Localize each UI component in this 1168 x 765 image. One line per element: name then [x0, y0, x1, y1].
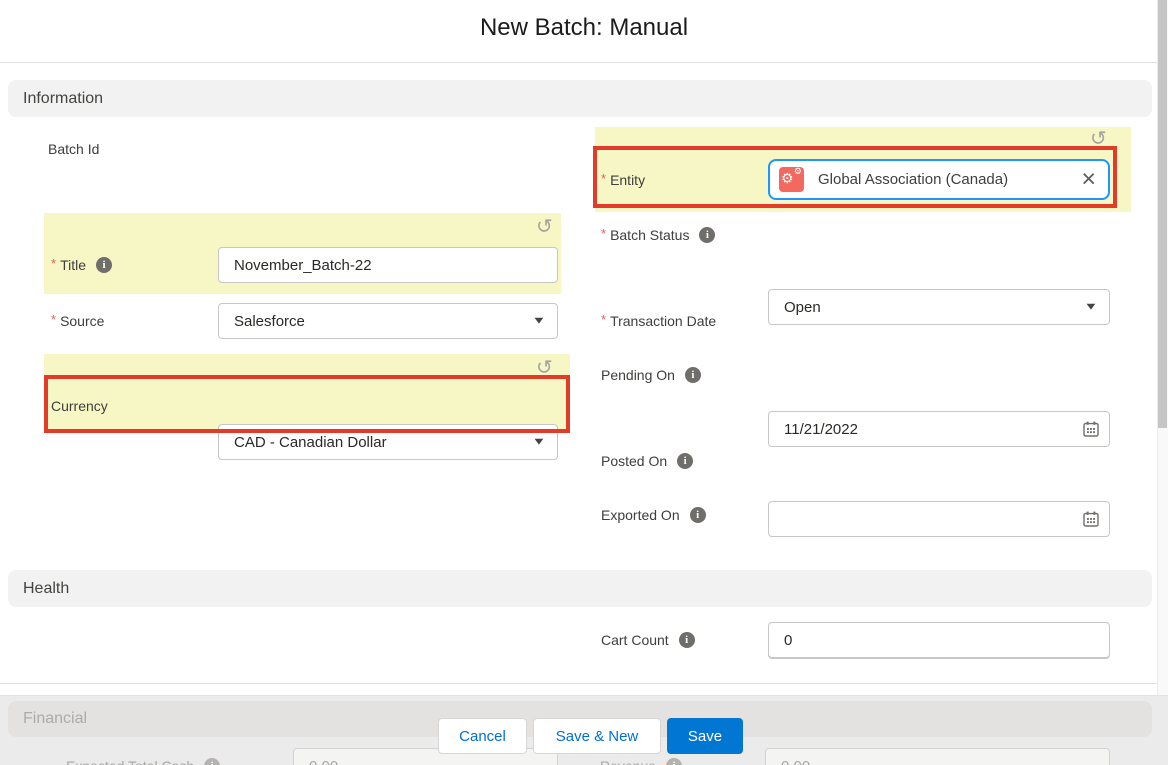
clear-icon[interactable]: ×: [1081, 167, 1096, 192]
required-asterisk: *: [51, 312, 56, 327]
currency-value: CAD - Canadian Dollar: [234, 434, 387, 451]
section-information-label: Information: [23, 90, 103, 108]
save-button[interactable]: Save: [667, 718, 743, 754]
info-icon[interactable]: i: [690, 507, 706, 523]
title-label: * Title i: [51, 247, 112, 283]
cancel-button[interactable]: Cancel: [438, 718, 527, 754]
gear-icon: ⚙: [781, 171, 794, 185]
revenue-input: [765, 748, 1110, 765]
entity-object-icon: ⚙ ⚙: [779, 167, 804, 192]
batch-status-label: * Batch Status i: [601, 217, 715, 253]
section-health: Health: [8, 570, 1152, 607]
title-input[interactable]: [218, 247, 558, 283]
source-value: Salesforce: [234, 313, 305, 330]
gear-icon: ⚙: [794, 167, 802, 176]
section-financial-label: Financial: [23, 710, 87, 728]
chevron-down-icon: ▼: [532, 316, 547, 327]
section-health-label: Health: [23, 580, 69, 598]
required-asterisk: *: [51, 256, 56, 271]
cart-count-label: Cart Count i: [601, 622, 695, 658]
calendar-icon[interactable]: [1083, 511, 1099, 527]
currency-select[interactable]: CAD - Canadian Dollar ▼: [218, 424, 558, 460]
pending-on-field: [768, 501, 1110, 537]
transaction-date-label: * Transaction Date: [601, 303, 716, 339]
cart-count-input[interactable]: [768, 622, 1110, 658]
content-bottom-divider: [0, 683, 1168, 684]
modal-title: New Batch: Manual: [0, 14, 1168, 42]
pending-on-input[interactable]: [768, 501, 1110, 537]
required-asterisk: *: [601, 171, 606, 186]
posted-on-label: Posted On i: [601, 443, 693, 479]
save-and-new-button[interactable]: Save & New: [533, 718, 661, 754]
batch-status-value: Open: [784, 299, 821, 316]
source-label: * Source: [51, 303, 104, 339]
chevron-down-icon: ▼: [532, 437, 547, 448]
chevron-down-icon: ▼: [1084, 302, 1099, 313]
transaction-date-field: [768, 411, 1110, 447]
undo-icon[interactable]: ↺: [536, 217, 553, 237]
transaction-date-input[interactable]: [768, 411, 1110, 447]
entity-lookup-pill[interactable]: ⚙ ⚙ Global Association (Canada) ×: [768, 159, 1110, 200]
required-asterisk: *: [601, 226, 606, 241]
info-icon[interactable]: i: [685, 367, 701, 383]
undo-icon[interactable]: ↺: [1090, 129, 1107, 149]
exported-on-label: Exported On i: [601, 497, 706, 533]
required-asterisk: *: [601, 312, 606, 327]
new-batch-modal: New Batch: Manual Information Batch Id ↺…: [0, 0, 1168, 765]
calendar-icon[interactable]: [1083, 421, 1099, 437]
info-icon[interactable]: i: [699, 227, 715, 243]
currency-label: Currency: [51, 388, 108, 424]
batch-id-label: Batch Id: [48, 131, 99, 167]
pending-on-label: Pending On i: [601, 357, 701, 393]
header-divider: [0, 62, 1168, 63]
scrollbar-thumb[interactable]: [1158, 0, 1167, 428]
expected-total-cash-label: Expected Total Cash i: [66, 748, 220, 765]
section-information: Information: [8, 80, 1152, 117]
info-icon[interactable]: i: [677, 453, 693, 469]
info-icon[interactable]: i: [679, 632, 695, 648]
info-icon[interactable]: i: [96, 257, 112, 273]
undo-icon[interactable]: ↺: [536, 358, 553, 378]
currency-highlight: [44, 354, 570, 433]
info-icon: i: [204, 758, 220, 765]
source-select[interactable]: Salesforce ▼: [218, 303, 558, 339]
entity-value: Global Association (Canada): [818, 171, 1081, 188]
entity-label: * Entity: [601, 162, 645, 198]
info-icon: i: [666, 758, 682, 765]
batch-status-select[interactable]: Open ▼: [768, 289, 1110, 325]
